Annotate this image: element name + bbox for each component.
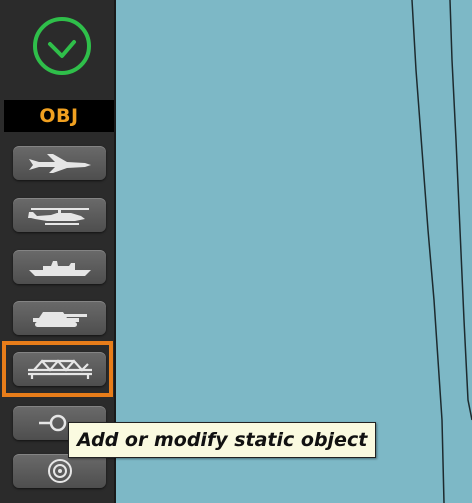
add-static-object-button[interactable]	[13, 352, 106, 386]
fighter-jet-icon	[28, 154, 91, 173]
tooltip: Add or modify static object	[68, 422, 377, 458]
helicopter-icon	[27, 208, 89, 225]
add-airplane-button[interactable]	[13, 146, 106, 180]
tank-icon	[32, 312, 87, 327]
tooltip-text: Add or modify static object	[77, 429, 368, 451]
bridge-icon	[27, 359, 92, 379]
add-ground-unit-button[interactable]	[13, 301, 106, 335]
obj-header-label: OBJ	[39, 105, 79, 127]
mission-editor: OBJ Add or modify static object	[0, 0, 472, 503]
target-icon	[47, 459, 72, 483]
ship-icon	[28, 261, 91, 276]
confirm-button[interactable]	[30, 14, 94, 78]
add-ship-button[interactable]	[13, 250, 106, 284]
add-helicopter-button[interactable]	[13, 198, 106, 232]
obj-header: OBJ	[4, 100, 114, 132]
add-target-button[interactable]	[13, 454, 106, 488]
checkmark-circle-icon	[33, 17, 91, 75]
